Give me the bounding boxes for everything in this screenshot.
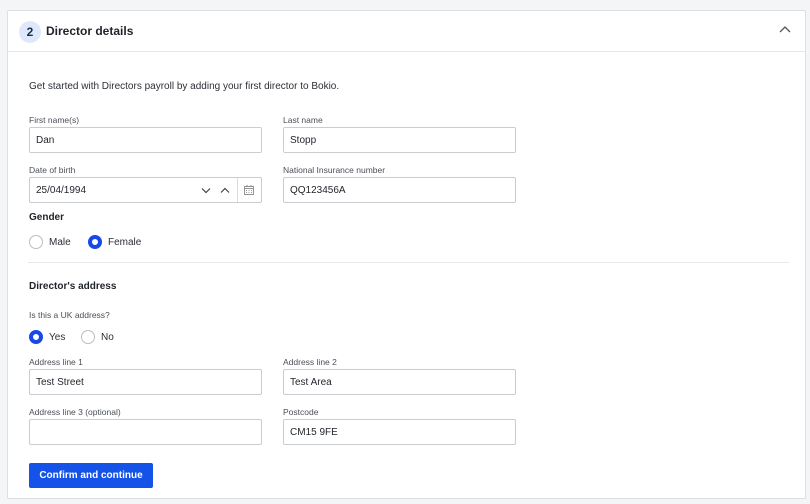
director-details-card: 2 Director details Get started with Dire… [7,10,806,499]
confirm-and-continue-button[interactable]: Confirm and continue [29,463,153,488]
radio-label: No [101,331,114,343]
ni-number-input[interactable] [283,177,516,203]
address-line3-label: Address line 3 (optional) [29,407,121,417]
section-divider [28,262,789,263]
ni-number-label: National Insurance number [283,165,386,175]
radio-circle[interactable] [29,235,43,249]
chevron-up-icon[interactable] [779,25,791,35]
postcode-input[interactable] [283,419,516,445]
radio-label: Male [49,236,71,248]
chevron-down-icon[interactable] [201,187,211,194]
address-line1-input[interactable] [29,369,262,395]
intro-text: Get started with Directors payroll by ad… [29,81,340,92]
uk-address-question: Is this a UK address? [29,310,110,320]
last-name-label: Last name [283,115,323,125]
chevron-up-icon[interactable] [220,187,230,194]
address-line1-label: Address line 1 [29,357,83,367]
section-title: Director details [46,24,134,38]
radio-circle[interactable] [81,330,95,344]
uk-address-no-radio[interactable]: No [81,330,114,344]
step-number-badge: 2 [19,21,41,43]
first-name-label: First name(s) [29,115,80,125]
uk-address-yes-radio[interactable]: Yes [29,330,65,344]
radio-circle[interactable] [29,330,43,344]
date-picker-separator [237,178,238,202]
date-of-birth-label: Date of birth [29,165,76,175]
gender-female-radio[interactable]: Female [88,235,141,249]
address-line3-input[interactable] [29,419,262,445]
gender-male-radio[interactable]: Male [29,235,71,249]
address-line2-label: Address line 2 [283,357,337,367]
date-of-birth-input[interactable]: 25/04/1994 [29,177,262,203]
address-section-title: Director's address [29,281,117,292]
date-of-birth-value: 25/04/1994 [36,185,87,196]
gender-label: Gender [29,212,65,223]
calendar-icon[interactable] [244,185,254,195]
first-name-input[interactable] [29,127,262,153]
last-name-input[interactable] [283,127,516,153]
postcode-label: Postcode [283,407,319,417]
radio-label: Female [108,236,142,248]
radio-circle[interactable] [88,235,102,249]
radio-label: Yes [49,331,66,343]
address-line2-input[interactable] [283,369,516,395]
section-header[interactable]: 2 Director details [8,11,805,52]
